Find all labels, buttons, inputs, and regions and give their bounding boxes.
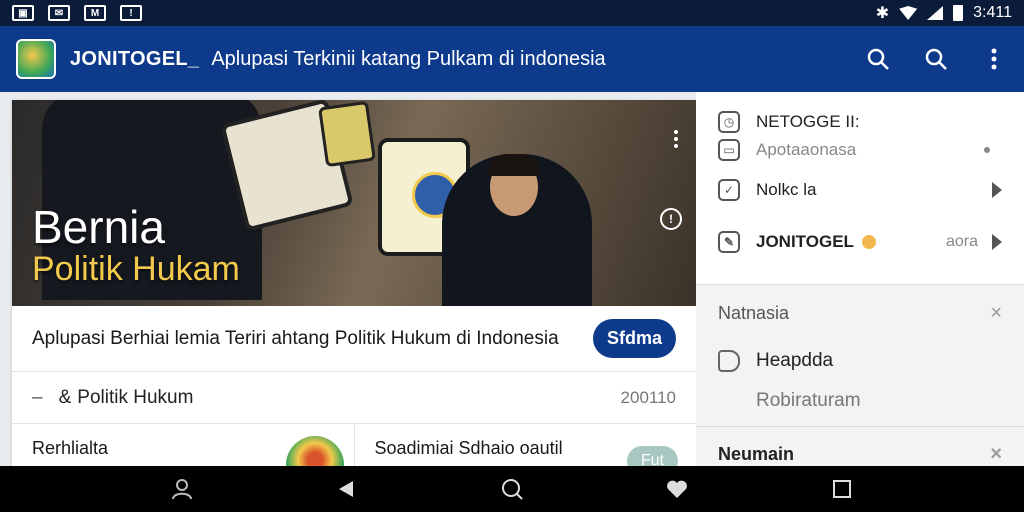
page-title: Aplupasi Terkinii katang Pulkam di indon… <box>211 47 606 70</box>
section-title: Neumain <box>718 443 795 464</box>
side-item-meta: aora <box>945 233 978 250</box>
wifi-icon <box>899 6 918 20</box>
clock: 3:411 <box>973 4 1012 21</box>
app-logo[interactable] <box>16 39 56 79</box>
recents-button[interactable] <box>829 476 855 502</box>
search-button[interactable] <box>864 45 892 73</box>
section-item[interactable]: Robiraturam <box>718 381 1002 421</box>
hand-icon <box>718 350 740 372</box>
image-icon: ▣ <box>12 5 34 21</box>
close-icon[interactable]: × <box>990 302 1002 325</box>
hero-subtitle: Politik Hukam <box>32 250 240 288</box>
card-item[interactable]: Rerhlialta <box>12 424 354 466</box>
side-item-label: Nolkc la <box>756 180 817 199</box>
close-icon[interactable]: × <box>990 443 1002 466</box>
card-label: Rerhlialta <box>32 438 109 458</box>
search-icon <box>925 48 947 70</box>
side-item-label: Apotaaonasa <box>756 140 857 159</box>
brand-title: JONITOGEL_ <box>70 47 200 70</box>
chevron-right-icon <box>992 182 1002 198</box>
category-row[interactable]: – & Politik Hukum 200110 <box>12 372 696 424</box>
coin-icon <box>861 235 876 249</box>
square-icon <box>832 480 851 498</box>
chevron-right-icon <box>992 234 1002 250</box>
category-count: 200110 <box>620 387 676 407</box>
section-item[interactable]: Heapdda <box>718 341 1002 381</box>
info-icon[interactable]: ! <box>660 208 682 230</box>
side-item-label: NETOGGE II: <box>756 112 860 131</box>
edit-icon: ✎ <box>718 231 740 253</box>
signal-icon <box>927 6 944 20</box>
hero-phone-small <box>318 100 376 168</box>
more-vert-icon <box>991 48 997 70</box>
headline-row[interactable]: Aplupasi Berhiai lemia Teriri ahtang Pol… <box>12 306 696 372</box>
side-section-neumain: Neumain × <box>696 426 1024 466</box>
heart-icon <box>666 480 687 498</box>
headline-action-button[interactable]: Sfdma <box>592 319 676 358</box>
search-button-2[interactable] <box>922 45 950 73</box>
section-item-label: Heapdda <box>756 350 834 371</box>
ampersand-icon: & <box>58 386 72 408</box>
bluetooth-icon: ✱ <box>875 5 890 22</box>
headline-text: Aplupasi Berhiai lemia Teriri ahtang Pol… <box>32 327 559 349</box>
back-button[interactable] <box>334 476 360 502</box>
section-item-label: Robiraturam <box>756 390 861 411</box>
hero-person-hair <box>488 154 540 176</box>
category-label: Politik Hukum <box>77 386 194 408</box>
profile-button[interactable] <box>169 476 195 502</box>
side-item-nolkc[interactable]: ✓ Nolkc la <box>718 164 1002 216</box>
mail-icon: ✉ <box>48 5 70 21</box>
status-bar: ▣ ✉ M ! ✱ 3:411 <box>0 0 1024 26</box>
more-options-button[interactable] <box>980 45 1008 73</box>
hero-banner[interactable]: Bernia Politik Hukam ! <box>12 100 696 306</box>
back-icon <box>339 481 354 497</box>
check-icon: ✓ <box>718 179 740 201</box>
navigation-bar <box>0 466 1024 512</box>
side-item-sub[interactable]: ▭ Apotaaonasa <box>718 136 1002 164</box>
dash-icon: – <box>32 386 43 408</box>
hero-more-icon[interactable] <box>674 130 678 148</box>
card-row: Rerhlialta Soadimiai Sdhaio oautil Fut <box>12 424 696 466</box>
app-bar: JONITOGEL_ Aplupasi Terkinii katang Pulk… <box>0 26 1024 92</box>
dot-icon <box>984 147 990 153</box>
side-panel: ◷ NETOGGE II: ▭ Apotaaonasa ✓ Nolkc la ✎… <box>696 92 1024 466</box>
side-item-label: JONITOGEL <box>756 232 854 251</box>
search-nav-button[interactable] <box>499 476 525 502</box>
side-item-account[interactable]: ◷ NETOGGE II: <box>718 108 1002 136</box>
notification-icon: ! <box>120 5 142 21</box>
side-section-natnasia: Natnasia × Heapdda Robiraturam <box>696 284 1024 426</box>
folder-icon: ▭ <box>718 139 740 161</box>
battery-icon <box>953 5 964 21</box>
section-title: Natnasia <box>718 302 790 323</box>
favorite-button[interactable] <box>664 476 690 502</box>
main-article-card: Bernia Politik Hukam ! Aplupasi Berhiai … <box>12 100 696 466</box>
card-thumbnail <box>285 436 344 466</box>
side-item-jonitogel[interactable]: ✎ JONITOGEL aora <box>718 216 1002 268</box>
search-icon <box>501 479 523 500</box>
card-label: Soadimiai Sdhaio oautil <box>374 438 563 458</box>
card-item[interactable]: Soadimiai Sdhaio oautil Fut <box>353 424 697 466</box>
hero-title: Bernia <box>32 201 165 253</box>
m-icon: M <box>84 5 106 21</box>
profile-icon <box>172 479 193 500</box>
search-icon <box>867 48 889 70</box>
card-pill-button[interactable]: Fut <box>626 446 678 466</box>
clock-icon: ◷ <box>718 111 740 133</box>
